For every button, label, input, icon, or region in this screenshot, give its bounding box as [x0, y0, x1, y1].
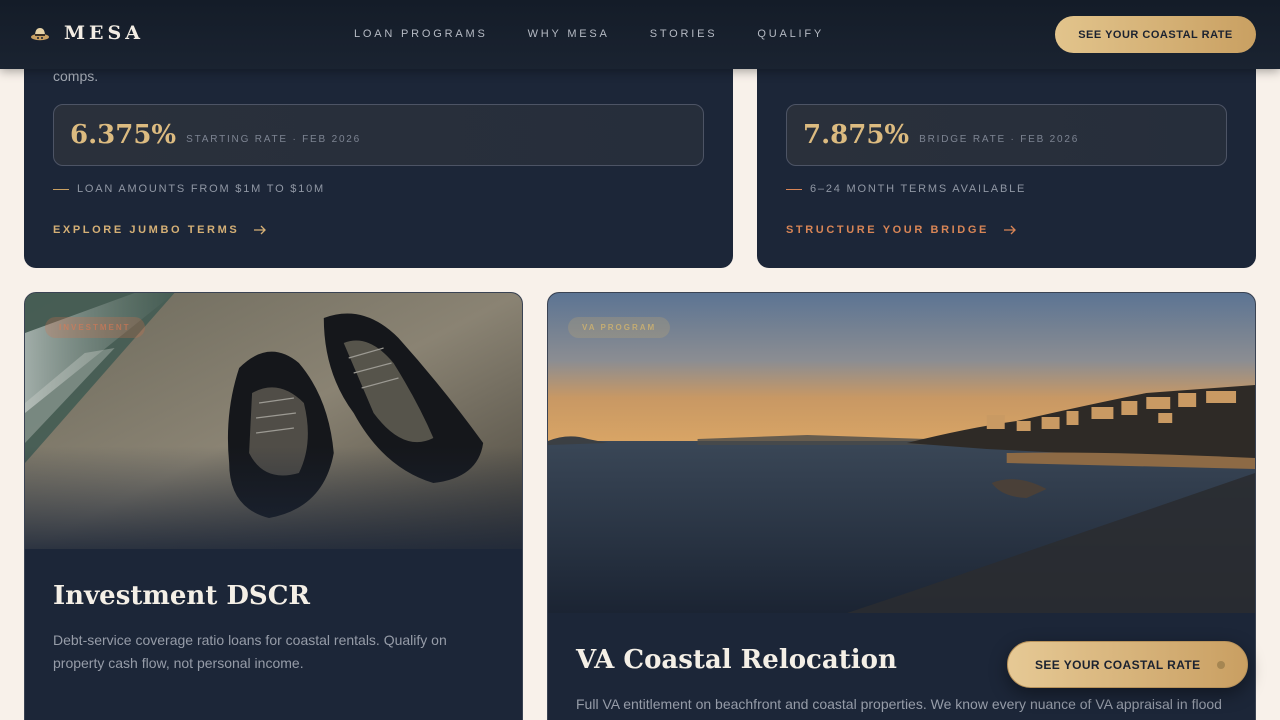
nav-link-loan-programs[interactable]: LOAN PROGRAMS	[354, 28, 488, 40]
bridge-rate-value: 7.875%	[803, 120, 910, 150]
nav-links: LOAN PROGRAMS WHY MESA STORIES QUALIFY	[354, 28, 864, 40]
dscr-title: Investment DSCR	[53, 581, 311, 611]
bridge-rate-note: BRIDGE RATE · FEB 2026	[919, 133, 1080, 145]
nav-link-why-mesa[interactable]: WHY MESA	[528, 28, 610, 40]
jumbo-feature: LOAN AMOUNTS FROM $1M TO $10M	[53, 183, 325, 195]
bridge-feature: 6–24 MONTH TERMS AVAILABLE	[786, 183, 1026, 195]
coastal-sunset-photo	[548, 293, 1255, 613]
dscr-description: Debt-service coverage ratio loans for co…	[53, 632, 447, 671]
explore-jumbo-label: EXPLORE JUMBO TERMS	[53, 224, 240, 236]
va-tag: VA PROGRAM	[568, 317, 671, 338]
bridge-card: 7.875% BRIDGE RATE · FEB 2026 6–24 MONTH…	[757, 40, 1256, 268]
brand-name: MESA	[64, 22, 144, 44]
nav-cta-button[interactable]: SEE YOUR COASTAL RATE	[1055, 16, 1256, 53]
bridge-rate-box: 7.875% BRIDGE RATE · FEB 2026	[786, 104, 1227, 166]
jumbo-card: comps. 6.375% STARTING RATE · FEB 2026 L…	[24, 40, 733, 268]
dscr-tag: INVESTMENT	[45, 317, 145, 338]
nav-link-qualify[interactable]: QUALIFY	[757, 28, 824, 40]
jumbo-rate-note: STARTING RATE · FEB 2026	[186, 133, 362, 145]
dash-icon	[53, 188, 69, 190]
nav-link-stories[interactable]: STORIES	[650, 28, 718, 40]
arrow-right-icon	[254, 225, 267, 235]
top-nav: MESA LOAN PROGRAMS WHY MESA STORIES QUAL…	[0, 0, 1280, 69]
structure-bridge-link[interactable]: STRUCTURE YOUR BRIDGE	[786, 224, 1017, 236]
floating-cta-button[interactable]: SEE YOUR COASTAL RATE	[1007, 641, 1248, 688]
jumbo-rate-value: 6.375%	[70, 120, 177, 150]
floating-cta-label: SEE YOUR COASTAL RATE	[1035, 657, 1201, 672]
hat-icon	[31, 28, 49, 41]
arrow-right-icon	[1003, 225, 1016, 235]
jumbo-feature-text: LOAN AMOUNTS FROM $1M TO $10M	[77, 183, 326, 195]
va-description: Full VA entitlement on beachfront and co…	[576, 696, 1222, 712]
dot-icon	[1216, 660, 1225, 669]
bridge-feature-text: 6–24 MONTH TERMS AVAILABLE	[810, 183, 1027, 195]
explore-jumbo-link[interactable]: EXPLORE JUMBO TERMS	[53, 224, 267, 236]
va-title: VA Coastal Relocation	[576, 645, 897, 675]
brand-logo[interactable]: MESA	[30, 22, 144, 44]
structure-bridge-label: STRUCTURE YOUR BRIDGE	[786, 224, 989, 236]
dscr-card[interactable]: INVESTMENT Investment DSCR Debt-service …	[24, 292, 523, 720]
dash-icon	[786, 188, 802, 190]
jumbo-description: comps.	[53, 68, 99, 84]
jumbo-rate-box: 6.375% STARTING RATE · FEB 2026	[53, 104, 704, 166]
